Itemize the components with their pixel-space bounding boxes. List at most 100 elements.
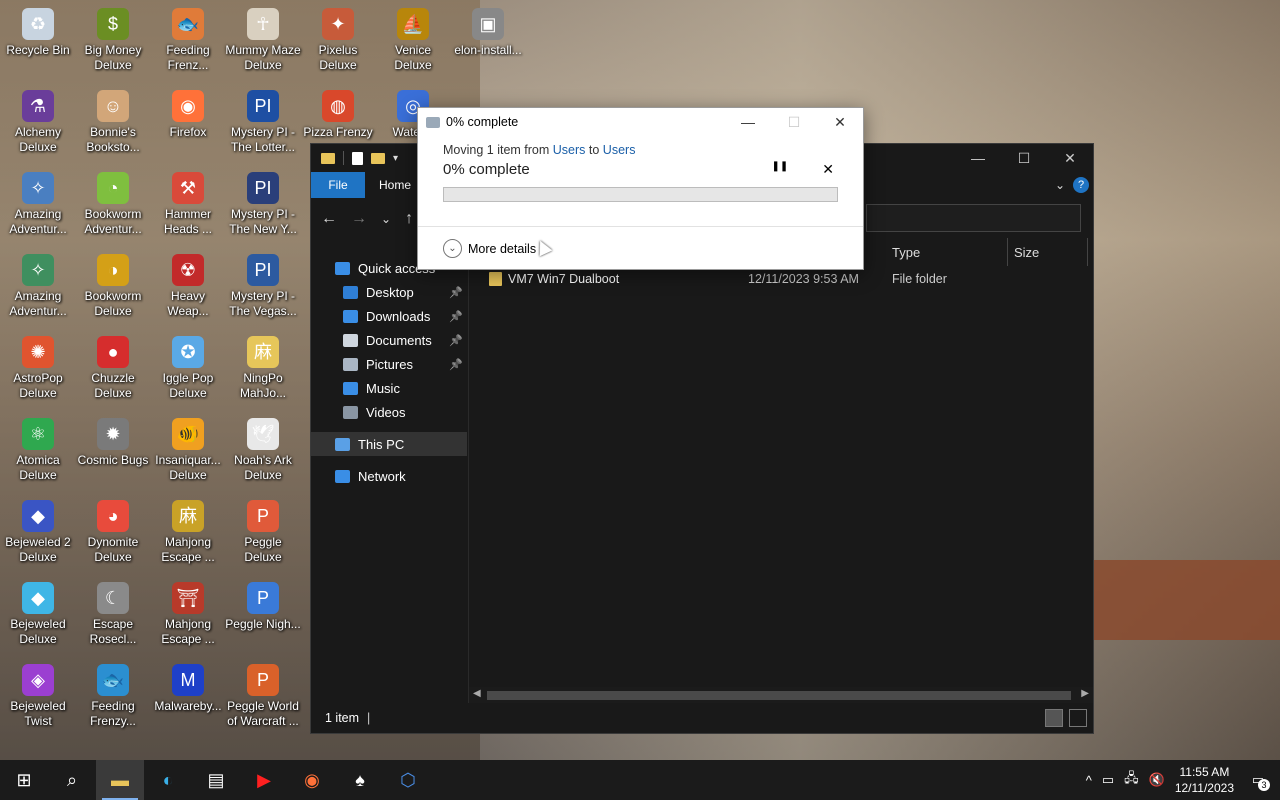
desktop-icon[interactable]: ◍ Pizza Frenzy [300,90,376,140]
desktop-icon[interactable]: 🕊 Noah's Ark Deluxe [225,418,301,483]
app-taskbar-button[interactable]: ⬡ [384,760,432,800]
desktop-icon[interactable]: ⛩ Mahjong Escape ... [150,582,226,647]
desktop-icon[interactable]: P Peggle Nigh... [225,582,301,632]
horizontal-scrollbar[interactable]: ◀ ▶ [469,687,1093,703]
sidebar-item-music[interactable]: Music [311,376,467,400]
help-icon[interactable]: ? [1073,177,1089,193]
search-taskbar-button[interactable]: ⌕ [48,760,96,800]
desktop-icon[interactable]: ◉ Firefox [150,90,226,140]
minimize-button[interactable]: — [955,144,1001,172]
sidebar-item-downloads[interactable]: Downloads 📌 [311,304,467,328]
customize-qa-icon[interactable]: ▾ [393,153,398,164]
maximize-button[interactable]: ☐ [1001,144,1047,172]
desktop-icon[interactable]: ◕ Dynomite Deluxe [75,500,151,565]
desktop-icon[interactable]: ✪ Iggle Pop Deluxe [150,336,226,401]
desktop-icon[interactable]: ☺ Bonnie's Booksto... [75,90,151,155]
source-link[interactable]: Users [553,143,586,157]
tab-home[interactable]: Home [365,178,425,192]
desktop-icon[interactable]: 🐟 Feeding Frenzy... [75,664,151,729]
desktop-icon[interactable]: ☥ Mummy Maze Deluxe [225,8,301,73]
desktop-icon[interactable]: PI Mystery PI - The Lotter... [225,90,301,155]
back-button[interactable]: ← [321,210,337,228]
address-bar[interactable] [866,204,1081,232]
move-progress-dialog[interactable]: 0% complete — ☐ ✕ Moving 1 item from Use… [417,107,864,270]
dialog-close-button[interactable]: ✕ [817,108,863,136]
desktop-icon[interactable]: ◈ Bejeweled Twist [0,664,76,729]
desktop-icon[interactable]: 麻 NingPo MahJo... [225,336,301,401]
pause-button[interactable]: ❚❚ [772,161,789,178]
desktop-icon[interactable]: ♻ Recycle Bin [0,8,76,58]
sidebar-item-videos[interactable]: Videos [311,400,467,424]
cancel-button[interactable]: ✕ [822,161,834,178]
desktop-icon[interactable]: M Malwareby... [150,664,226,714]
desktop-icon[interactable]: ▣ elon-install... [450,8,526,58]
chevron-down-icon[interactable]: ⌄ [443,239,462,258]
desktop-icon[interactable]: ◔ Bookworm Adventur... [75,172,151,237]
sidebar-item-this-pc[interactable]: This PC [311,432,467,456]
dialog-titlebar[interactable]: 0% complete — ☐ ✕ [418,108,863,136]
sidebar-item-desktop[interactable]: Desktop 📌 [311,280,467,304]
meet-icon[interactable]: ▭ [1102,772,1114,788]
mahjong-escape-icon: 麻 [172,500,204,532]
column-header-size[interactable]: Size [1008,238,1088,266]
details-view-icon[interactable] [1045,709,1063,727]
solitaire-taskbar-button[interactable]: ♠ [336,760,384,800]
youtube-taskbar-button[interactable]: ▶ [240,760,288,800]
desktop-icon[interactable]: PI Mystery PI - The New Y... [225,172,301,237]
close-button[interactable]: ✕ [1047,144,1093,172]
desktop-icon[interactable]: ⚗ Alchemy Deluxe [0,90,76,155]
scroll-right-icon[interactable]: ▶ [1081,688,1089,699]
file-explorer-taskbar-button[interactable]: ▬ [96,760,144,800]
desktop-icon[interactable]: ◆ Bejeweled Deluxe [0,582,76,647]
properties-icon[interactable] [352,151,363,165]
recent-locations-button[interactable]: ⌄ [381,212,391,226]
edge-taskbar-button[interactable]: ◐ [144,760,192,800]
desktop-icon[interactable]: ☢ Heavy Weap... [150,254,226,319]
store-taskbar-button[interactable]: ▤ [192,760,240,800]
desktop-icon[interactable]: ☾ Escape Rosecl... [75,582,151,647]
network-icon [335,469,350,483]
start-taskbar-button[interactable]: ⊞ [0,760,48,800]
desktop-icon[interactable]: ◆ Bejeweled 2 Deluxe [0,500,76,565]
sidebar-item-pictures[interactable]: Pictures 📌 [311,352,467,376]
large-icons-view-icon[interactable] [1069,709,1087,727]
desktop-icon[interactable]: PI Mystery PI - The Vegas... [225,254,301,319]
tab-file[interactable]: File [311,172,365,198]
sidebar-item-network[interactable]: Network [311,464,467,488]
destination-link[interactable]: Users [603,143,636,157]
network-tray-icon[interactable]: 🖧 [1124,769,1139,791]
dialog-minimize-button[interactable]: — [725,108,771,136]
desktop-icon[interactable]: 麻 Mahjong Escape ... [150,500,226,565]
desktop-icon[interactable]: ◑ Bookworm Deluxe [75,254,151,319]
desktop-icon[interactable]: $ Big Money Deluxe [75,8,151,73]
volume-muted-icon[interactable]: 🔇 [1149,772,1165,788]
desktop-icon[interactable]: ⛵ Venice Deluxe [375,8,451,73]
forward-button[interactable]: → [351,210,367,228]
desktop-icon[interactable]: P Peggle Deluxe [225,500,301,565]
clock[interactable]: 11:55 AM 12/11/2023 [1175,764,1234,796]
desktop-icon[interactable]: ✦ Pixelus Deluxe [300,8,376,73]
table-row[interactable]: VM7 Win7 Dualboot 12/11/2023 9:53 AM Fil… [489,272,947,286]
scroll-left-icon[interactable]: ◀ [473,688,481,699]
desktop-icon[interactable]: ✺ AstroPop Deluxe [0,336,76,401]
desktop-icon[interactable]: ⚒ Hammer Heads ... [150,172,226,237]
scrollbar-thumb[interactable] [487,691,1071,700]
desktop-icon[interactable]: 🐟 Feeding Frenz... [150,8,226,73]
desktop-icon[interactable]: ✧ Amazing Adventur... [0,172,76,237]
desktop-icon[interactable]: P Peggle World of Warcraft ... [225,664,301,729]
column-header-type[interactable]: Type [886,238,1008,266]
new-folder-icon[interactable] [371,152,385,164]
sidebar-item-documents[interactable]: Documents 📌 [311,328,467,352]
notification-center-button[interactable]: ▭ 3 [1244,760,1272,800]
expand-ribbon-icon[interactable]: ⌄ [1055,178,1065,192]
more-details-label[interactable]: More details [468,242,536,256]
desktop-icon[interactable]: ✹ Cosmic Bugs [75,418,151,468]
firefox-taskbar-button[interactable]: ◉ [288,760,336,800]
up-button[interactable]: ↑ [405,210,413,228]
more-details-toggle[interactable]: ⌄ More details [443,239,536,258]
desktop-icon[interactable]: 🐠 Insaniquar... Deluxe [150,418,226,483]
desktop-icon[interactable]: ● Chuzzle Deluxe [75,336,151,401]
desktop-icon[interactable]: ⚛ Atomica Deluxe [0,418,76,483]
show-hidden-icons-button[interactable]: ^ [1086,773,1092,788]
desktop-icon[interactable]: ✧ Amazing Adventur... [0,254,76,319]
